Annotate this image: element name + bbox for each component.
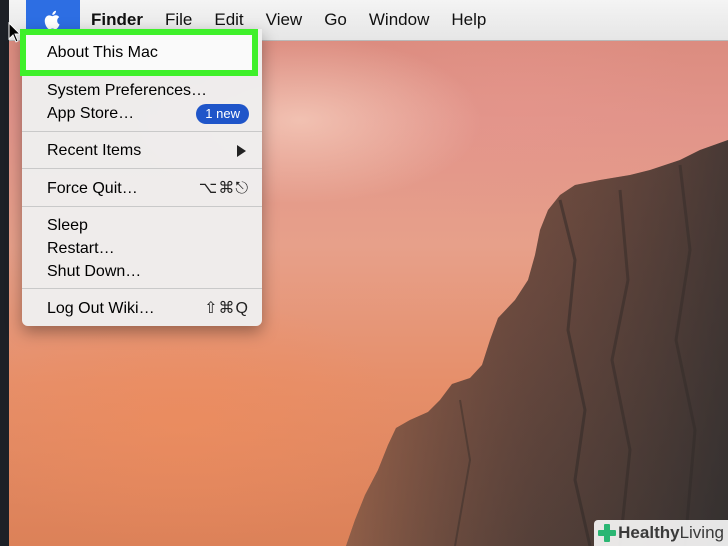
- menu-item-shut-down[interactable]: Shut Down…: [22, 260, 262, 283]
- menu-item-label: System Preferences…: [47, 82, 208, 99]
- menu-item-label: App Store…: [47, 105, 135, 122]
- menu-item-label: Log Out Wiki…: [47, 300, 155, 317]
- watermark-brand-regular: Living: [679, 523, 724, 542]
- menu-view[interactable]: View: [255, 0, 314, 40]
- desktop: Finder File Edit View Go Window Help Abo…: [0, 0, 728, 546]
- watermark-brand-bold: Healthy: [618, 523, 680, 542]
- submenu-arrow-icon: [237, 144, 246, 157]
- log-out-shortcut: ⇧⌘Q: [204, 300, 249, 317]
- apple-menu-items: About This Mac System Preferences… App S…: [22, 29, 262, 326]
- plus-cross-icon: [598, 524, 617, 542]
- menu-item-label: About This Mac: [47, 44, 158, 61]
- menu-help[interactable]: Help: [440, 0, 497, 40]
- menu-item-label: Restart…: [47, 240, 115, 257]
- menu-item-label: Recent Items: [47, 142, 142, 159]
- healthy-living-watermark: Healthy Living: [594, 520, 728, 546]
- menu-separator: [22, 288, 262, 289]
- menu-item-system-preferences[interactable]: System Preferences…: [22, 79, 262, 102]
- menu-separator: [22, 168, 262, 169]
- menu-separator: [22, 206, 262, 207]
- menu-item-sleep[interactable]: Sleep: [22, 214, 262, 237]
- apple-icon: [44, 10, 60, 30]
- menu-item-label: Shut Down…: [47, 263, 142, 280]
- force-quit-shortcut: ⌥⌘⎋: [198, 180, 249, 197]
- menu-item-log-out[interactable]: Log Out Wiki… ⇧⌘Q: [22, 297, 262, 320]
- menu-go[interactable]: Go: [313, 0, 358, 40]
- app-store-update-badge: 1 new: [196, 103, 249, 124]
- menu-item-label: Sleep: [47, 217, 88, 234]
- menu-item-recent-items[interactable]: Recent Items: [22, 139, 262, 162]
- menu-item-app-store[interactable]: App Store… 1 new: [22, 102, 262, 125]
- menu-item-force-quit[interactable]: Force Quit… ⌥⌘⎋: [22, 177, 262, 200]
- menu-separator: [22, 131, 262, 132]
- menu-item-label: Force Quit…: [47, 180, 138, 197]
- menu-window[interactable]: Window: [358, 0, 440, 40]
- menu-item-about-this-mac[interactable]: About This Mac: [22, 41, 262, 64]
- menu-item-restart[interactable]: Restart…: [22, 237, 262, 260]
